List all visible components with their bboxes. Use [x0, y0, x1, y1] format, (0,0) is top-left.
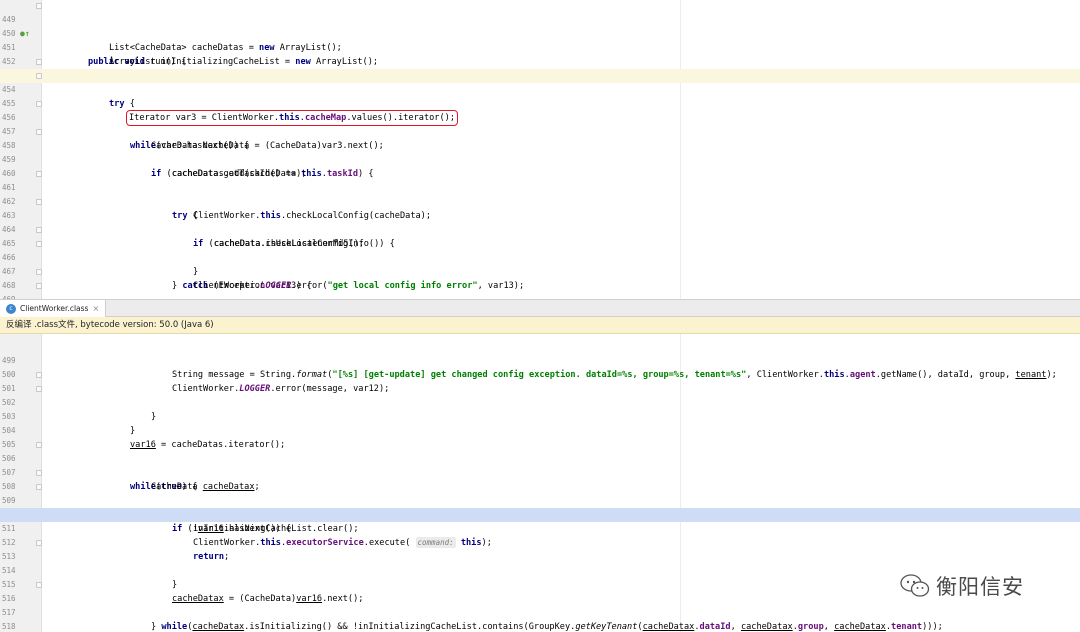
code-line[interactable]: 455: [0, 83, 1080, 108]
watermark-text: 衡阳信安: [936, 575, 1024, 599]
code-line[interactable]: 519 cacheDatax.setInitializing(false);: [0, 620, 1080, 632]
code-line[interactable]: 499 String message = String.format("[%s]…: [0, 340, 1080, 380]
code-line[interactable]: 466 } catch (Exception var13) {: [0, 237, 1080, 291]
fold-marker-icon[interactable]: [36, 386, 42, 392]
code-line[interactable]: 508 do {: [0, 466, 1080, 520]
fold-marker-icon[interactable]: [36, 3, 42, 9]
fold-marker-icon[interactable]: [36, 372, 42, 378]
fold-marker-icon[interactable]: [36, 484, 42, 490]
fold-marker-icon[interactable]: [36, 171, 42, 177]
code-line-current[interactable]: 454 Iterator var3 = ClientWorker.this.ca…: [0, 69, 1080, 126]
code-line[interactable]: 507 CacheData cacheDatax;: [0, 452, 1080, 492]
code-line[interactable]: 462 ClientWorker.this.checkLocalConfig(c…: [0, 181, 1080, 221]
decompiler-notice-bar: 反编译 .class文件, bytecode version: 50.0 (Ja…: [0, 317, 1080, 334]
fold-marker-icon[interactable]: [36, 470, 42, 476]
editor-tab-bar: c ClientWorker.class ×: [0, 299, 1080, 317]
code-line[interactable]: 449 ●↑ public void run() {: [0, 0, 1080, 67]
code-line[interactable]: 469 }: [0, 279, 1080, 299]
code-line[interactable]: 504 var16 = cacheDatas.iterator();: [0, 410, 1080, 450]
close-icon[interactable]: ×: [92, 300, 99, 317]
code-line[interactable]: 451 ArrayList inInitializingCacheList = …: [0, 27, 1080, 67]
code-line[interactable]: 464 cacheData.checkListenerMd5();: [0, 209, 1080, 249]
code-line[interactable]: 470 }: [0, 292, 1080, 299]
tab-clientworker-class[interactable]: c ClientWorker.class ×: [0, 300, 107, 317]
code-line[interactable]: 502 }: [0, 382, 1080, 436]
code-line[interactable]: 514: [0, 550, 1080, 575]
watermark: 衡阳信安: [900, 570, 1070, 602]
code-line[interactable]: 461 try {: [0, 167, 1080, 221]
fold-marker-icon[interactable]: [36, 129, 42, 135]
fold-marker-icon[interactable]: [36, 442, 42, 448]
wechat-icon: [900, 574, 930, 597]
code-line[interactable]: 509 if (!var16.hasNext()) {: [0, 480, 1080, 534]
code-line[interactable]: 500 ClientWorker.LOGGER.error(message, v…: [0, 354, 1080, 394]
code-line[interactable]: 510 inInitializingCacheList.clear();: [0, 494, 1080, 534]
code-line[interactable]: 452: [0, 41, 1080, 66]
code-line[interactable]: 518 cacheDatax.checkListenerMd5();: [0, 606, 1080, 631]
tab-label: ClientWorker.class: [20, 304, 89, 313]
code-line[interactable]: 450 List<CacheData> cacheDatas = new Arr…: [0, 13, 1080, 53]
code-line[interactable]: 505: [0, 424, 1080, 449]
fold-marker-icon[interactable]: [36, 540, 42, 546]
class-file-icon: c: [6, 303, 16, 314]
code-line[interactable]: 453 try {: [0, 55, 1080, 109]
code-line[interactable]: 458 if (cacheData.getTaskId() == this.ta…: [0, 125, 1080, 179]
code-line[interactable]: 465 }: [0, 223, 1080, 277]
fold-marker-icon[interactable]: [36, 101, 42, 107]
fold-marker-icon[interactable]: [36, 199, 42, 205]
code-line[interactable]: 468 }: [0, 265, 1080, 290]
code-line[interactable]: 512 return;: [0, 522, 1080, 562]
code-line[interactable]: 457 CacheData cacheData = (CacheData)var…: [0, 111, 1080, 151]
fold-marker-icon[interactable]: [36, 59, 42, 65]
code-line[interactable]: 456 while(var3.hasNext()) {: [0, 97, 1080, 151]
code-line[interactable]: 506 while(true) {: [0, 438, 1080, 492]
fold-marker-icon[interactable]: [36, 227, 42, 233]
code-line[interactable]: 459 cacheDatas.add(cacheData);: [0, 139, 1080, 179]
editor-pane-top[interactable]: 449 ●↑ public void run() { 450 List<Cach…: [0, 0, 1080, 299]
fold-marker-icon[interactable]: [36, 283, 42, 289]
fold-marker-icon[interactable]: [36, 269, 42, 275]
fold-marker-icon[interactable]: [36, 582, 42, 588]
code-line[interactable]: 463 if (cacheData.isUseLocalConfigInfo()…: [0, 195, 1080, 249]
code-line-selected[interactable]: 511 ClientWorker.this.executorService.ex…: [0, 508, 1080, 548]
code-line[interactable]: 503: [0, 396, 1080, 421]
code-line[interactable]: 513 }: [0, 536, 1080, 590]
code-line[interactable]: 467 ClientWorker.LOGGER.error("get local…: [0, 251, 1080, 291]
decompiler-notice-text: 反编译 .class文件, bytecode version: 50.0 (Ja…: [6, 320, 214, 330]
code-line[interactable]: 501 }: [0, 368, 1080, 422]
fold-marker-icon[interactable]: [36, 241, 42, 247]
code-line[interactable]: 460: [0, 153, 1080, 178]
fold-marker-icon[interactable]: [36, 73, 42, 79]
